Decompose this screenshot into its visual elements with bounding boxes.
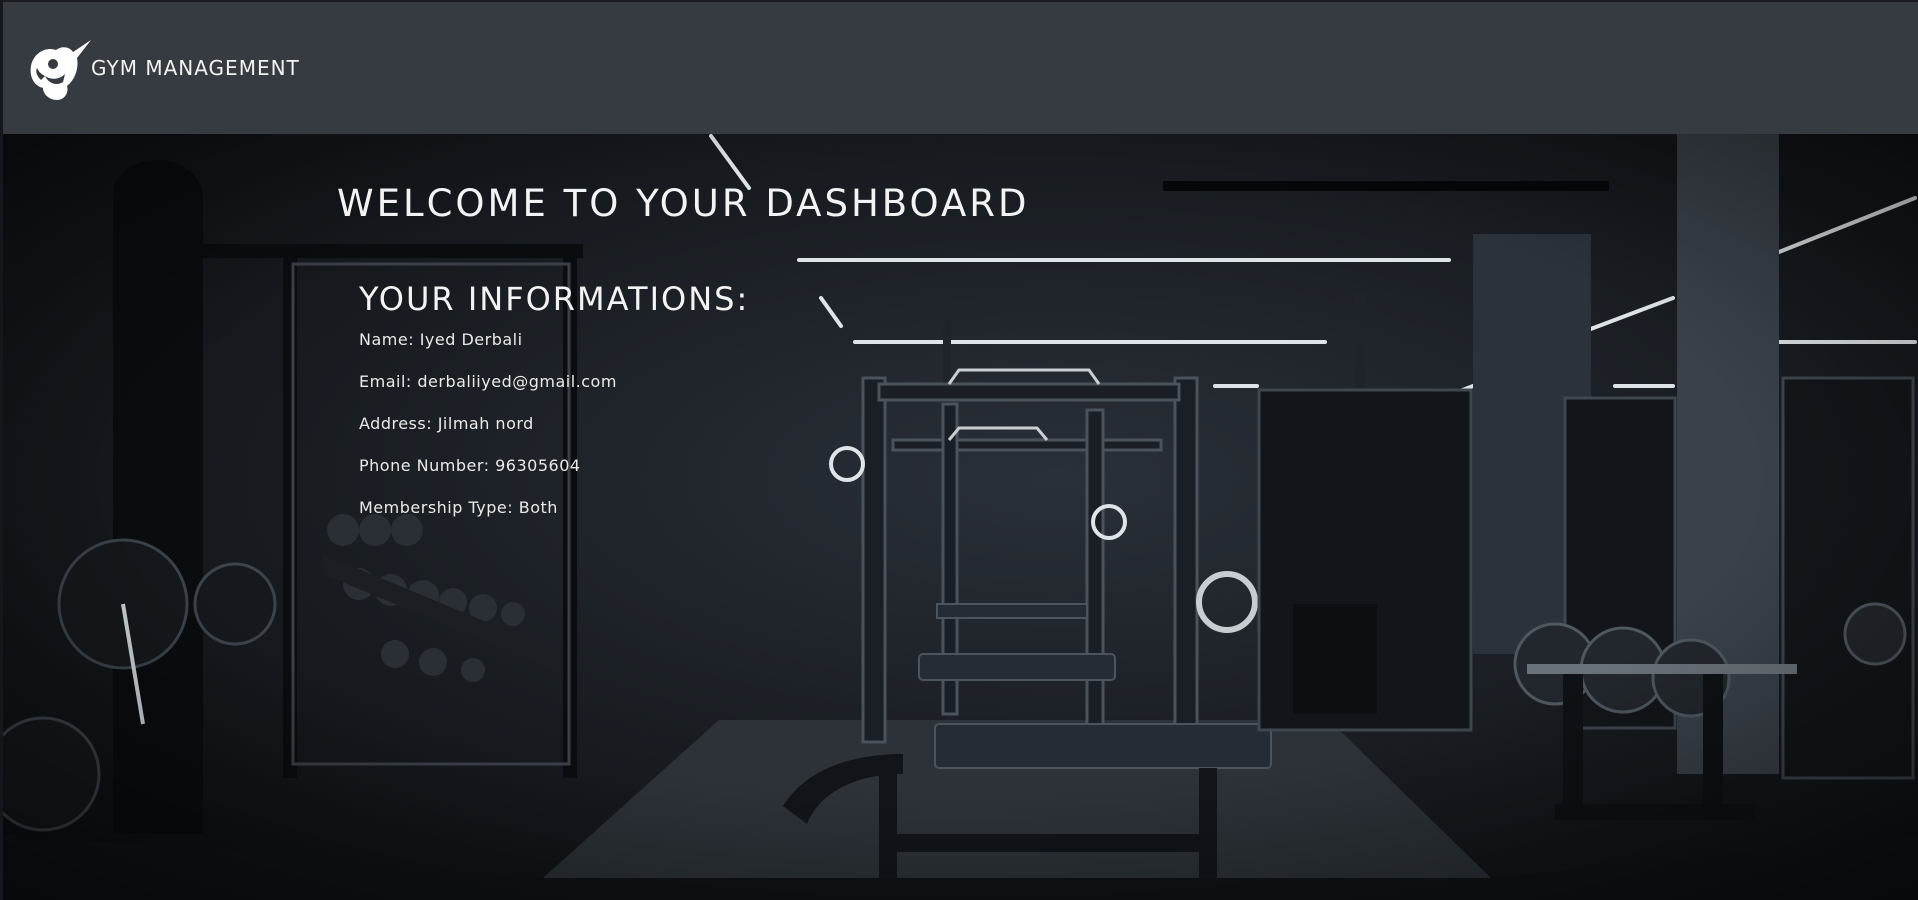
- gym-mascot-logo-icon: [30, 40, 91, 100]
- top-header: GYM MANAGEMENT: [3, 0, 1918, 134]
- app-brand-title[interactable]: GYM MANAGEMENT: [91, 56, 300, 80]
- info-name-value: Iyed Derbali: [419, 330, 523, 349]
- info-name-label: Name:: [359, 330, 415, 349]
- info-email-label: Email:: [359, 372, 412, 391]
- user-info-list: Name: Iyed Derbali Email: derbaliiyed@gm…: [359, 330, 617, 540]
- info-membership-label: Membership Type:: [359, 498, 514, 517]
- informations-heading: YOUR INFORMATIONS:: [359, 280, 750, 318]
- welcome-heading: WELCOME TO YOUR DASHBOARD: [337, 182, 1030, 225]
- info-phone-row: Phone Number: 96305604: [359, 456, 617, 498]
- dashboard-page: GYM MANAGEMENT WELCOME TO YOUR DASHBOARD…: [0, 0, 1918, 900]
- info-address-row: Address: Jilmah nord: [359, 414, 617, 456]
- info-membership-row: Membership Type: Both: [359, 498, 617, 540]
- gym-background-image: [3, 134, 1918, 900]
- info-address-label: Address:: [359, 414, 433, 433]
- info-email-value: derbaliiyed@gmail.com: [417, 372, 617, 391]
- info-email-row: Email: derbaliiyed@gmail.com: [359, 372, 617, 414]
- info-membership-value: Both: [518, 498, 558, 517]
- gym-hero-section: WELCOME TO YOUR DASHBOARD YOUR INFORMATI…: [3, 134, 1918, 900]
- info-address-value: Jilmah nord: [437, 414, 534, 433]
- info-name-row: Name: Iyed Derbali: [359, 330, 617, 372]
- info-phone-label: Phone Number:: [359, 456, 490, 475]
- info-phone-value: 96305604: [495, 456, 581, 475]
